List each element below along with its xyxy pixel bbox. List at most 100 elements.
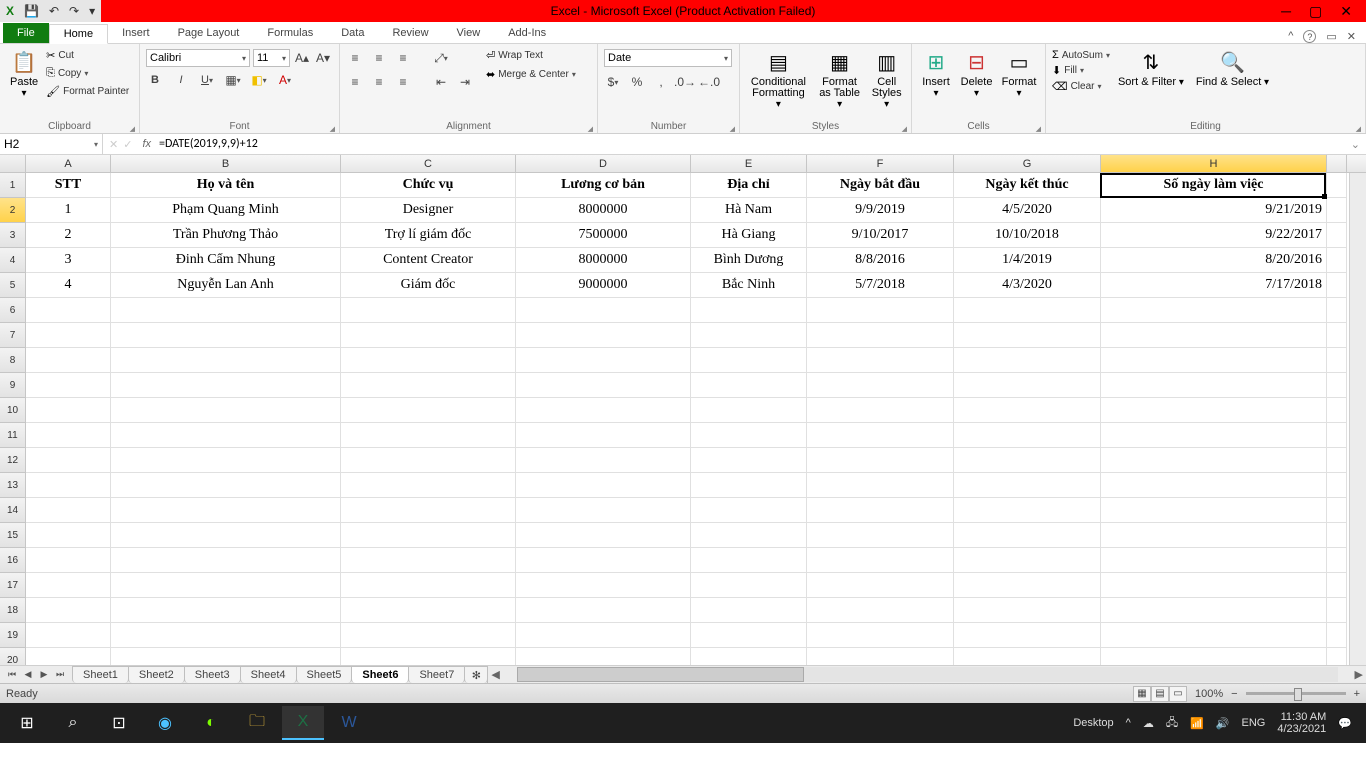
row-header[interactable]: 1 — [0, 173, 26, 198]
row-header[interactable]: 4 — [0, 248, 26, 273]
cell[interactable] — [691, 448, 807, 473]
cell[interactable]: Trợ lí giám đốc — [341, 223, 516, 248]
cell[interactable] — [111, 598, 341, 623]
cell[interactable] — [111, 648, 341, 665]
col-header-e[interactable]: E — [691, 155, 807, 172]
cell[interactable] — [341, 648, 516, 665]
cell[interactable] — [807, 373, 954, 398]
cell[interactable] — [807, 598, 954, 623]
search-button[interactable]: ⌕ — [52, 706, 94, 740]
start-button[interactable]: ⊞ — [6, 706, 48, 740]
cell[interactable] — [26, 548, 111, 573]
task-view-button[interactable]: ⊡ — [98, 706, 140, 740]
paste-button[interactable]: 📋 Paste▾ — [6, 46, 42, 101]
cell[interactable] — [341, 323, 516, 348]
col-header-f[interactable]: F — [807, 155, 954, 172]
cell[interactable]: 4/5/2020 — [954, 198, 1101, 223]
row-header[interactable]: 10 — [0, 398, 26, 423]
align-top-icon[interactable]: ≡ — [346, 49, 364, 67]
decrease-decimal-icon[interactable]: ←.0 — [700, 73, 718, 91]
excel-taskbar-icon[interactable]: X — [282, 706, 324, 740]
cell[interactable] — [691, 623, 807, 648]
cell[interactable] — [954, 523, 1101, 548]
comma-icon[interactable]: , — [652, 73, 670, 91]
view-buttons[interactable]: ▦▤▭ — [1133, 686, 1187, 702]
font-name-combo[interactable]: Calibri▾ — [146, 49, 250, 67]
cell[interactable] — [1101, 573, 1327, 598]
autosum-button[interactable]: ΣAutoSum▾ — [1052, 49, 1110, 61]
cell[interactable] — [26, 323, 111, 348]
cell[interactable] — [1101, 373, 1327, 398]
cell[interactable] — [516, 623, 691, 648]
app-icon-1[interactable]: ◐ — [190, 706, 232, 740]
cell[interactable]: Ngày kết thúc — [954, 173, 1101, 198]
cell[interactable] — [1101, 623, 1327, 648]
cell[interactable] — [1101, 473, 1327, 498]
cell[interactable] — [516, 573, 691, 598]
cell[interactable]: 8/20/2016 — [1101, 248, 1327, 273]
sheet-tab[interactable]: Sheet1 — [72, 666, 129, 683]
cell[interactable] — [1101, 348, 1327, 373]
close-button[interactable]: ✕ — [1340, 3, 1352, 20]
word-taskbar-icon[interactable]: W — [328, 706, 370, 740]
cell[interactable]: Họ và tên — [111, 173, 341, 198]
cell[interactable] — [111, 423, 341, 448]
minimize-button[interactable]: ─ — [1281, 3, 1291, 20]
cell[interactable] — [691, 423, 807, 448]
home-tab[interactable]: Home — [49, 24, 108, 44]
cell[interactable]: 8/8/2016 — [807, 248, 954, 273]
sheet-nav-buttons[interactable]: ⏮◀▶⏭ — [0, 669, 72, 680]
maximize-button[interactable]: ▢ — [1309, 3, 1322, 20]
italic-button[interactable]: I — [172, 71, 190, 89]
cell[interactable] — [691, 523, 807, 548]
cell[interactable] — [26, 573, 111, 598]
cell[interactable] — [516, 523, 691, 548]
cell[interactable] — [111, 373, 341, 398]
cell[interactable] — [111, 323, 341, 348]
cell[interactable]: Ngày bắt đầu — [807, 173, 954, 198]
cell[interactable]: Bắc Ninh — [691, 273, 807, 298]
cell[interactable] — [954, 623, 1101, 648]
cell[interactable] — [516, 373, 691, 398]
cell[interactable]: Hà Giang — [691, 223, 807, 248]
cell[interactable] — [26, 448, 111, 473]
merge-center-button[interactable]: ⬌Merge & Center▾ — [486, 68, 576, 81]
cell[interactable] — [691, 573, 807, 598]
notifications-icon[interactable]: 💬 — [1338, 717, 1352, 730]
cell[interactable] — [954, 373, 1101, 398]
currency-icon[interactable]: $▾ — [604, 73, 622, 91]
cell[interactable] — [111, 398, 341, 423]
cell[interactable] — [691, 473, 807, 498]
row-header[interactable]: 6 — [0, 298, 26, 323]
cell[interactable] — [1101, 323, 1327, 348]
file-explorer-icon[interactable]: 🗀 — [236, 706, 278, 740]
tray-chevron-icon[interactable]: ^ — [1126, 717, 1131, 729]
cell[interactable] — [807, 323, 954, 348]
cell[interactable] — [1101, 398, 1327, 423]
conditional-formatting-button[interactable]: ▤Conditional Formatting ▾ — [746, 46, 811, 112]
bold-button[interactable]: B — [146, 71, 164, 89]
cell[interactable] — [1101, 423, 1327, 448]
cell[interactable]: Nguyễn Lan Anh — [111, 273, 341, 298]
new-sheet-button[interactable]: ✻ — [464, 666, 488, 683]
clock[interactable]: 11:30 AM4/23/2021 — [1277, 711, 1326, 735]
cell[interactable] — [516, 298, 691, 323]
window-close-icon[interactable]: ✕ — [1347, 30, 1356, 43]
row-header[interactable]: 16 — [0, 548, 26, 573]
row-header[interactable]: 9 — [0, 373, 26, 398]
percent-icon[interactable]: % — [628, 73, 646, 91]
cell[interactable] — [111, 473, 341, 498]
align-left-icon[interactable]: ≡ — [346, 73, 364, 91]
cell[interactable] — [111, 498, 341, 523]
cell[interactable] — [1101, 298, 1327, 323]
cell[interactable] — [341, 573, 516, 598]
cell[interactable] — [341, 498, 516, 523]
cell[interactable] — [691, 498, 807, 523]
cell[interactable]: 9/10/2017 — [807, 223, 954, 248]
cell[interactable] — [341, 473, 516, 498]
cell[interactable] — [954, 548, 1101, 573]
review-tab[interactable]: Review — [378, 23, 442, 43]
insert-tab[interactable]: Insert — [108, 23, 164, 43]
cell[interactable] — [954, 298, 1101, 323]
cell[interactable] — [26, 523, 111, 548]
